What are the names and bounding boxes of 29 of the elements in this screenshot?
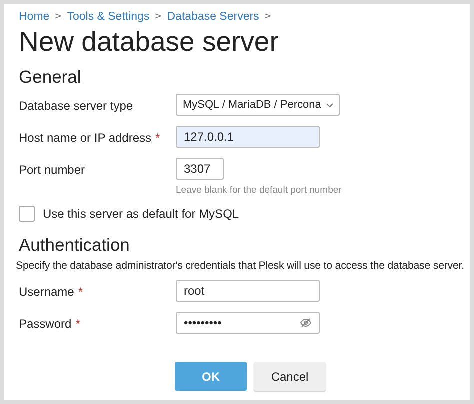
breadcrumb-separator: > xyxy=(264,12,272,22)
required-mark: * xyxy=(76,317,80,331)
required-mark: * xyxy=(78,285,84,299)
breadcrumb-link[interactable]: Tools & Settings xyxy=(67,11,150,23)
checkbox-label: Use this server as default for MySQL xyxy=(43,206,240,223)
port-field[interactable]: 3307 xyxy=(176,158,224,180)
section-heading: General xyxy=(19,66,82,88)
breadcrumb-link[interactable]: Database Servers xyxy=(167,11,260,23)
breadcrumb-separator: > xyxy=(154,12,162,22)
field-hint: Leave blank for the default port number xyxy=(176,185,343,196)
field-label: Port number xyxy=(19,162,86,179)
checkbox[interactable] xyxy=(19,206,35,222)
breadcrumb-link[interactable]: Home xyxy=(19,11,50,23)
cancel-button[interactable]: Cancel xyxy=(254,362,326,391)
field-label: Password * xyxy=(19,316,82,333)
section-heading: Authentication xyxy=(19,234,131,256)
section-description: Specify the database administrator's credentials that Plesk will use to access the database server. xyxy=(16,260,466,272)
eye-slash-icon[interactable] xyxy=(300,318,312,328)
server-type-select[interactable]: MySQL / MariaDB / Percona xyxy=(176,94,340,116)
password-field[interactable]: ••••••••• xyxy=(176,312,320,334)
required-mark: * xyxy=(156,131,160,145)
field-label: Database server type xyxy=(19,98,134,115)
input-field[interactable]: 127.0.0.1 xyxy=(176,126,320,148)
page-title: New database server xyxy=(19,26,280,58)
chevron-down-icon xyxy=(326,102,334,108)
breadcrumb-separator: > xyxy=(54,12,62,22)
field-label: Host name or IP address * xyxy=(19,130,162,147)
field-label: Username * xyxy=(19,284,84,301)
input-field[interactable]: root xyxy=(176,280,320,302)
